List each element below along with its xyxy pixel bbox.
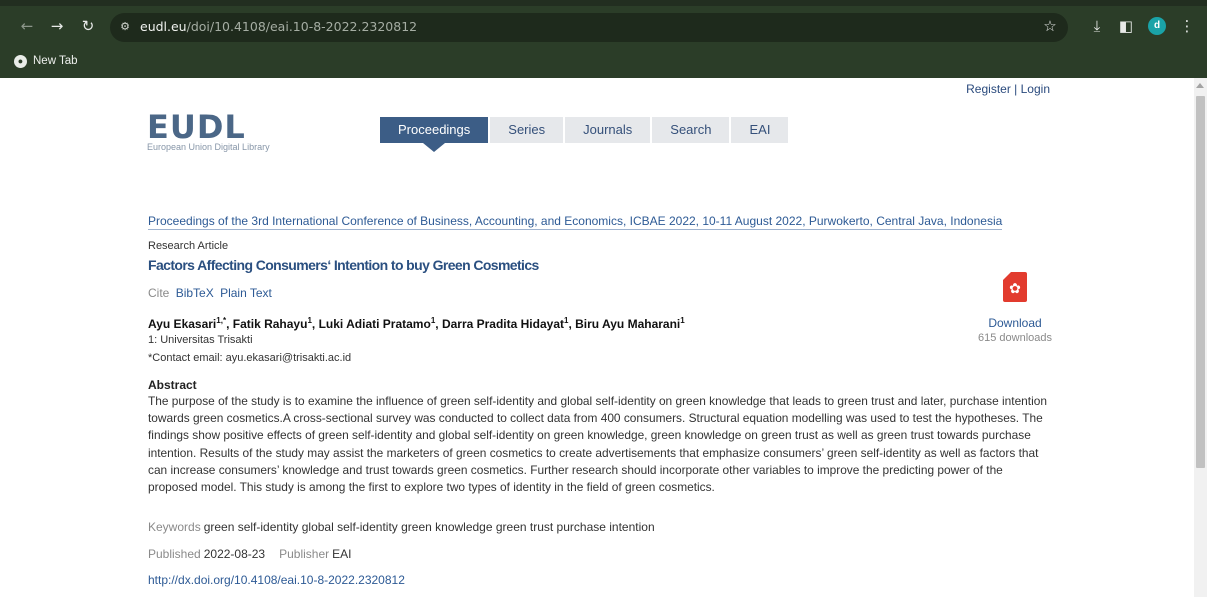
keywords-label: Keywords	[148, 520, 201, 534]
publisher-label: Publisher	[279, 547, 330, 561]
scroll-thumb[interactable]	[1196, 96, 1205, 468]
author-sup: 1	[430, 316, 436, 325]
author-sup: 1,*	[216, 316, 227, 325]
pdf-glyph-icon: ✿	[1009, 281, 1021, 297]
register-link[interactable]: Register	[966, 82, 1011, 96]
pdf-icon[interactable]: ✿	[1003, 272, 1027, 302]
abstract-text: The purpose of the study is to examine t…	[148, 394, 1047, 495]
forward-icon[interactable]: →	[48, 17, 66, 35]
published-date: 2022-08-23	[203, 547, 266, 561]
author-name: Darra Pradita Hidayat	[441, 317, 564, 331]
contact-email: *Contact email: ayu.ekasari@trisakti.ac.…	[148, 352, 352, 364]
menu-proceedings[interactable]: Proceedings	[380, 117, 489, 152]
publisher-value: EAI	[332, 547, 352, 561]
author-name: Ayu Ekasari	[148, 317, 217, 331]
logo-subtitle: European Union Digital Library	[147, 142, 270, 152]
author-sup: 1	[307, 316, 312, 325]
bookmark-label: New Tab	[33, 55, 78, 67]
author-name: Fatik Rahayu	[232, 317, 308, 331]
publication-row: Published 2022-08-23 Publisher EAI	[148, 547, 351, 561]
author-sup: 1	[680, 316, 685, 325]
doi-link[interactable]: http://dx.doi.org/10.4108/eai.10-8-2022.…	[148, 573, 405, 587]
authors-list: Ayu Ekasari1,*, Fatik Rahayu1, Luki Adia…	[148, 316, 685, 331]
side-panel-icon[interactable]: ◧	[1116, 16, 1136, 36]
cite-plaintext-link[interactable]: Plain Text	[220, 286, 272, 300]
url-text[interactable]: eudl.eu/doi/10.4108/eai.10-8-2022.232081…	[140, 19, 417, 35]
keywords-row: Keywords green self-identity global self-…	[148, 520, 655, 534]
cite-label: Cite	[148, 286, 170, 300]
download-count: 615 downloads	[977, 332, 1052, 344]
affiliation: 1: Universitas Trisakti	[148, 334, 253, 346]
menu-eai[interactable]: EAI	[731, 117, 789, 143]
bookmark-new-tab[interactable]: ● New Tab	[14, 53, 78, 69]
reload-icon[interactable]: ↻	[79, 17, 97, 35]
eudl-logo[interactable]: EUDL European Union Digital Library	[147, 108, 270, 152]
download-link[interactable]: Download	[965, 316, 1065, 330]
article-title: Factors Affecting Consumers‘ Intention t…	[148, 257, 539, 273]
url-host: eudl.eu	[140, 19, 187, 34]
tab-strip	[0, 0, 1207, 6]
download-block[interactable]: ✿ Download 615 downloads	[965, 272, 1065, 344]
author-sup: 1	[564, 316, 569, 325]
menu-kebab-icon[interactable]: ⋮	[1177, 16, 1197, 36]
logo-wordmark: EUDL	[147, 108, 246, 146]
abstract-heading: Abstract	[148, 378, 197, 392]
auth-separator: |	[1010, 82, 1021, 96]
auth-links: Register | Login	[966, 82, 1050, 96]
main-menu: Proceedings Series Journals Search EAI	[380, 117, 790, 152]
cite-row: Cite BibTeX Plain Text	[148, 286, 272, 300]
url-path: /doi/10.4108/eai.10-8-2022.2320812	[186, 19, 418, 34]
published-label: Published	[148, 547, 201, 561]
scroll-up-arrow-icon[interactable]	[1196, 83, 1204, 88]
author-name: Biru Ayu Maharani	[575, 317, 681, 331]
back-icon[interactable]: ←	[18, 17, 36, 35]
site-info-icon[interactable]: ⚙	[118, 19, 132, 35]
profile-avatar[interactable]: d	[1148, 17, 1166, 35]
cite-bibtex-link[interactable]: BibTeX	[176, 286, 214, 300]
menu-journals[interactable]: Journals	[565, 117, 651, 143]
bookmark-star-icon[interactable]: ☆	[1041, 17, 1059, 35]
globe-icon: ●	[14, 54, 27, 68]
keywords-value: green self-identity global self-identity…	[203, 520, 655, 534]
menu-series[interactable]: Series	[490, 117, 564, 143]
menu-search[interactable]: Search	[652, 117, 730, 143]
article-type: Research Article	[148, 240, 229, 252]
author-name: Luki Adiati Pratamo	[318, 317, 431, 331]
download-icon[interactable]: ⤓	[1087, 16, 1107, 36]
login-link[interactable]: Login	[1021, 82, 1050, 96]
proceedings-link[interactable]: Proceedings of the 3rd International Con…	[148, 214, 1003, 230]
